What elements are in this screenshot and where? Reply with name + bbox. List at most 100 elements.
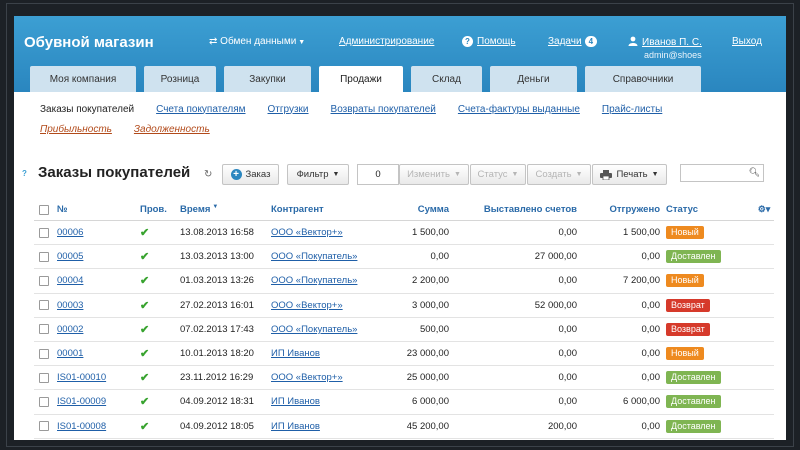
invoiced-amount: 52 000,00 bbox=[534, 299, 577, 311]
counterparty-link[interactable]: ООО «Покупатель» bbox=[271, 251, 357, 262]
edit-button[interactable]: Изменить ▼ bbox=[399, 164, 469, 185]
user-menu[interactable]: Иванов П. С. bbox=[628, 36, 702, 48]
order-number-link[interactable]: IS01-00008 bbox=[57, 421, 106, 432]
shipped-amount: 0,00 bbox=[641, 323, 661, 335]
order-number-link[interactable]: 00006 bbox=[57, 227, 83, 238]
table-row[interactable]: 00002 ✔ 07.02.2013 17:43 ООО «Покупатель» 50… bbox=[34, 318, 774, 342]
col-header-kontr[interactable]: Контрагент bbox=[271, 204, 391, 215]
status-badge[interactable]: Новый bbox=[666, 274, 704, 288]
row-checkbox[interactable] bbox=[39, 421, 49, 432]
tab-warehouse[interactable]: Склад bbox=[411, 66, 482, 92]
status-badge[interactable]: Доставлен bbox=[666, 395, 721, 409]
search-input[interactable] bbox=[681, 165, 749, 181]
tab-purchases[interactable]: Закупки bbox=[224, 66, 311, 92]
counterparty-link[interactable]: ИП Иванов bbox=[271, 421, 320, 432]
col-header-status[interactable]: Статус bbox=[664, 204, 754, 215]
order-time: 10.01.2013 18:20 bbox=[180, 348, 254, 360]
order-number-link[interactable]: 00001 bbox=[57, 348, 83, 359]
table-row[interactable]: 00001 ✔ 10.01.2013 18:20 ИП Иванов 23 000,00… bbox=[34, 342, 774, 367]
subnav-customer-orders[interactable]: Заказы покупателей bbox=[40, 104, 134, 115]
logout-link[interactable]: Выход bbox=[732, 36, 762, 47]
counterparty-link[interactable]: ООО «Покупатель» bbox=[271, 324, 357, 335]
table-row[interactable]: 00003 ✔ 27.02.2013 16:01 ООО «Вектор+» 3 000… bbox=[34, 294, 774, 318]
subnav-issued-invoices[interactable]: Счета-фактуры выданные bbox=[458, 104, 580, 115]
table-row[interactable]: IS01-00008 ✔ 04.09.2012 18:05 ИП Иванов 45 2… bbox=[34, 415, 774, 439]
help-link[interactable]: ? Помощь bbox=[462, 36, 516, 47]
chevron-down-icon: ▼ bbox=[575, 171, 583, 178]
select-all-checkbox[interactable] bbox=[39, 204, 49, 215]
exchange-menu[interactable]: ⇄ Обмен данными ▼ bbox=[209, 36, 305, 47]
tab-retail[interactable]: Розница bbox=[144, 66, 216, 92]
create-button[interactable]: Создать ▼ bbox=[527, 164, 591, 185]
tab-my-company[interactable]: Моя компания bbox=[30, 66, 136, 92]
status-badge[interactable]: Доставлен bbox=[666, 371, 721, 385]
order-number-link[interactable]: 00002 bbox=[57, 324, 83, 335]
subnav-debt[interactable]: Задолженность bbox=[134, 124, 210, 135]
order-number-link[interactable]: IS01-00010 bbox=[57, 372, 106, 383]
tasks-label: Задачи bbox=[548, 36, 582, 47]
filter-button[interactable]: Фильтр ▼ bbox=[287, 164, 349, 185]
col-header-num[interactable]: № bbox=[54, 204, 134, 215]
col-header-otgr[interactable]: Отгружено bbox=[577, 204, 664, 215]
col-header-time[interactable]: Время ▼ bbox=[180, 204, 271, 215]
header-bar: Обувной магазин ⇄ Обмен данными ▼ Админи… bbox=[14, 16, 786, 92]
order-sum: 2 200,00 bbox=[412, 275, 449, 287]
row-checkbox[interactable] bbox=[39, 348, 49, 359]
row-checkbox[interactable] bbox=[39, 300, 49, 311]
checkmark-icon: ✔ bbox=[140, 251, 150, 264]
status-badge[interactable]: Возврат bbox=[666, 298, 710, 312]
add-order-button[interactable]: + Заказ bbox=[222, 164, 279, 185]
status-badge[interactable]: Новый bbox=[666, 347, 704, 361]
counterparty-link[interactable]: ООО «Покупатель» bbox=[271, 275, 357, 286]
counterparty-link[interactable]: ООО «Вектор+» bbox=[271, 300, 343, 311]
gear-icon[interactable]: ⚙▾ bbox=[754, 204, 774, 215]
checkmark-icon: ✔ bbox=[140, 396, 150, 409]
counterparty-link[interactable]: ООО «Вектор+» bbox=[271, 227, 343, 238]
order-number-link[interactable]: IS01-00009 bbox=[57, 396, 106, 407]
table-row[interactable]: 00005 ✔ 13.03.2013 13:00 ООО «Покупатель» 0,… bbox=[34, 245, 774, 270]
table-row[interactable]: 00004 ✔ 01.03.2013 13:26 ООО «Покупатель» 2 … bbox=[34, 269, 774, 294]
col-header-prov[interactable]: Пров. bbox=[134, 204, 180, 215]
chevron-down-icon: ▼ bbox=[332, 171, 340, 178]
tab-money[interactable]: Деньги bbox=[490, 66, 577, 92]
order-number-link[interactable]: 00003 bbox=[57, 300, 83, 311]
row-checkbox[interactable] bbox=[39, 372, 49, 383]
subnav-price-lists[interactable]: Прайс-листы bbox=[602, 104, 662, 115]
col-header-vyst[interactable]: Выставлено счетов bbox=[449, 204, 577, 215]
row-checkbox[interactable] bbox=[39, 324, 49, 335]
status-badge[interactable]: Доставлен bbox=[666, 250, 721, 264]
subnav-customer-invoices[interactable]: Счета покупателям bbox=[156, 104, 245, 115]
order-time: 04.09.2012 18:31 bbox=[180, 396, 254, 408]
tab-references[interactable]: Справочники bbox=[585, 66, 701, 92]
table-row[interactable]: 00006 ✔ 13.08.2013 16:58 ООО «Вектор+» 1 500… bbox=[34, 221, 774, 246]
question-icon[interactable]: ? bbox=[22, 169, 30, 178]
order-time: 04.09.2012 18:05 bbox=[180, 420, 254, 432]
search-icon[interactable]: 🔍︎ bbox=[749, 167, 760, 178]
subnav-customer-returns[interactable]: Возвраты покупателей bbox=[331, 104, 436, 115]
counterparty-link[interactable]: ИП Иванов bbox=[271, 396, 320, 407]
search-field[interactable]: 🔍︎ bbox=[680, 164, 764, 182]
admin-link[interactable]: Администрирование bbox=[339, 36, 434, 47]
status-badge[interactable]: Доставлен bbox=[666, 419, 721, 433]
tasks-link[interactable]: Задачи 4 bbox=[548, 36, 598, 47]
print-button[interactable]: Печать ▼ bbox=[592, 164, 667, 185]
counterparty-link[interactable]: ИП Иванов bbox=[271, 348, 320, 359]
status-badge[interactable]: Возврат bbox=[666, 322, 710, 336]
refresh-icon[interactable]: ↻ bbox=[204, 169, 212, 180]
status-badge[interactable]: Новый bbox=[666, 226, 704, 240]
counterparty-link[interactable]: ООО «Вектор+» bbox=[271, 372, 343, 383]
order-number-link[interactable]: 00005 bbox=[57, 251, 83, 262]
subnav-shipments[interactable]: Отгрузки bbox=[268, 104, 309, 115]
status-button[interactable]: Статус ▼ bbox=[470, 164, 526, 185]
col-header-sum[interactable]: Сумма bbox=[391, 204, 449, 215]
order-number-link[interactable]: 00004 bbox=[57, 275, 83, 286]
subnav-profitability[interactable]: Прибыльность bbox=[40, 124, 112, 135]
tab-sales[interactable]: Продажи bbox=[319, 66, 403, 92]
table-row[interactable]: IS01-00010 ✔ 23.11.2012 16:29 ООО «Вектор+»… bbox=[34, 366, 774, 391]
row-checkbox[interactable] bbox=[39, 275, 49, 286]
row-checkbox[interactable] bbox=[39, 227, 49, 238]
row-checkbox[interactable] bbox=[39, 396, 49, 407]
help-icon: ? bbox=[462, 36, 473, 47]
table-row[interactable]: IS01-00009 ✔ 04.09.2012 18:31 ИП Иванов 6 00… bbox=[34, 390, 774, 415]
row-checkbox[interactable] bbox=[39, 251, 49, 262]
